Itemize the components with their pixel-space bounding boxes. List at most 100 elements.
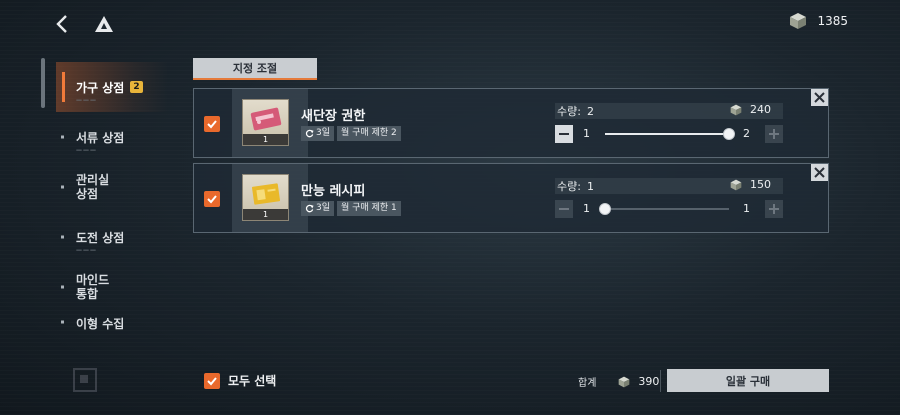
sidebar-item-label: 도전 상점 bbox=[76, 230, 125, 245]
divider bbox=[660, 370, 661, 392]
bullet-icon bbox=[61, 185, 64, 189]
bulk-purchase-label: 일괄 구매 bbox=[725, 374, 771, 388]
cart-item-card: 1 새단장 권한 3일 월 구매 제한 2 수량: 2 240 1 2 bbox=[193, 88, 829, 158]
notification-badge: 2 bbox=[130, 81, 143, 93]
item-checkbox[interactable] bbox=[204, 116, 220, 132]
remove-item-button[interactable] bbox=[811, 164, 828, 181]
chevron-left-icon bbox=[56, 15, 67, 33]
slider-min: 1 bbox=[583, 202, 590, 215]
increase-button[interactable] bbox=[765, 200, 783, 218]
quantity-value: 1 bbox=[586, 179, 594, 193]
quantity-label: 수량: bbox=[557, 105, 581, 118]
quantity-row: 수량: 2 240 bbox=[555, 103, 783, 119]
quantity-row: 수량: 1 150 bbox=[555, 178, 783, 194]
decrease-button[interactable] bbox=[555, 200, 573, 218]
close-icon bbox=[814, 92, 825, 103]
sidebar-item-label: 가구 상점 bbox=[76, 80, 125, 95]
quantity-label: 수량: bbox=[557, 180, 581, 193]
select-all-toggle[interactable]: 모두 선택 bbox=[204, 372, 276, 389]
slider-max: 1 bbox=[743, 202, 750, 215]
ticket-icon bbox=[250, 107, 282, 131]
select-all-checkbox[interactable] bbox=[204, 372, 220, 389]
cube-icon bbox=[730, 179, 742, 191]
quantity-stepper: 1 1 bbox=[555, 200, 783, 218]
bulk-purchase-button[interactable]: 일괄 구매 bbox=[667, 369, 829, 392]
purchase-limit-tag: 월 구매 제한 2 bbox=[337, 126, 401, 141]
plus-icon-vertical bbox=[773, 129, 775, 139]
sidebar-subtitle-decoration: ——— bbox=[76, 147, 97, 154]
bullet-icon bbox=[61, 235, 64, 239]
item-price: 240 bbox=[730, 103, 771, 116]
remove-item-button[interactable] bbox=[811, 89, 828, 106]
close-icon bbox=[814, 167, 825, 178]
sidebar-item-anomaly-collection[interactable]: 이형 수집 bbox=[56, 312, 168, 332]
item-price: 150 bbox=[730, 178, 771, 191]
sidebar-item-mind-integration[interactable]: 마인드 통합 bbox=[56, 262, 168, 312]
bullet-icon bbox=[61, 135, 64, 139]
select-all-label: 모두 선택 bbox=[228, 374, 277, 388]
currency-display: 1385 bbox=[789, 12, 848, 30]
quantity-slider[interactable] bbox=[605, 128, 735, 140]
slider-max: 2 bbox=[743, 127, 750, 140]
brand-watermark-icon bbox=[70, 365, 100, 395]
minus-icon bbox=[559, 133, 569, 135]
back-button[interactable] bbox=[52, 12, 74, 36]
item-name: 만능 레시피 bbox=[301, 184, 366, 199]
decrease-button[interactable] bbox=[555, 125, 573, 143]
checkmark-icon bbox=[207, 376, 217, 385]
tab-label: 지정 조절 bbox=[232, 62, 278, 75]
sidebar-scrollbar[interactable] bbox=[41, 58, 45, 108]
price-amount: 150 bbox=[750, 178, 771, 191]
currency-amount: 1385 bbox=[817, 14, 848, 28]
item-thumbnail[interactable]: 1 bbox=[242, 99, 289, 146]
recipe-card-icon bbox=[252, 183, 280, 205]
plus-icon-vertical bbox=[773, 204, 775, 214]
sidebar-item-management-shop[interactable]: 관리실 상점 bbox=[56, 162, 168, 212]
refresh-tag: 3일 bbox=[301, 201, 335, 216]
cube-icon bbox=[730, 104, 742, 116]
bullet-icon bbox=[61, 320, 64, 324]
total-summary: 합계 390 bbox=[578, 374, 659, 389]
total-label: 합계 bbox=[578, 378, 597, 389]
item-tags: 3일 월 구매 제한 1 bbox=[301, 201, 401, 216]
quantity-value: 2 bbox=[586, 104, 594, 118]
item-name: 새단장 권한 bbox=[301, 109, 366, 124]
cube-icon bbox=[618, 376, 630, 388]
sidebar-item-challenge-shop[interactable]: 도전 상점 ——— bbox=[56, 212, 168, 262]
sidebar-subtitle-decoration: ——— bbox=[76, 97, 97, 104]
tab-custom-adjust[interactable]: 지정 조절 bbox=[193, 58, 317, 80]
quantity-stepper: 1 2 bbox=[555, 125, 783, 143]
sidebar-subtitle-decoration: ——— bbox=[76, 247, 97, 254]
sidebar-item-label: 마인드 통합 bbox=[76, 273, 110, 301]
checkmark-icon bbox=[207, 195, 217, 204]
sidebar-item-label: 관리실 상점 bbox=[76, 173, 110, 201]
refresh-icon bbox=[305, 129, 314, 138]
cart-item-card: 1 만능 레시피 3일 월 구매 제한 1 수량: 1 150 1 1 bbox=[193, 163, 829, 233]
quantity-slider[interactable] bbox=[599, 203, 729, 215]
thumbnail-quantity: 1 bbox=[243, 209, 288, 220]
slider-min: 1 bbox=[583, 127, 590, 140]
cube-icon bbox=[789, 12, 807, 30]
bullet-icon bbox=[61, 285, 64, 289]
item-checkbox[interactable] bbox=[204, 191, 220, 207]
sidebar-item-label: 서류 상점 bbox=[76, 130, 125, 145]
total-amount: 390 bbox=[638, 375, 660, 388]
refresh-tag: 3일 bbox=[301, 126, 335, 141]
sidebar-item-label: 이형 수집 bbox=[76, 317, 125, 331]
refresh-icon bbox=[305, 204, 314, 213]
checkmark-icon bbox=[207, 120, 217, 129]
thumbnail-quantity: 1 bbox=[243, 134, 288, 145]
triangle-logo-icon bbox=[94, 14, 114, 34]
item-tags: 3일 월 구매 제한 2 bbox=[301, 126, 401, 141]
slider-fill bbox=[605, 133, 729, 135]
minus-icon bbox=[559, 208, 569, 210]
item-thumbnail[interactable]: 1 bbox=[242, 174, 289, 221]
shop-sidebar: 가구 상점 2 ——— 서류 상점 ——— 관리실 상점 도전 상점 ——— 마… bbox=[56, 62, 168, 332]
increase-button[interactable] bbox=[765, 125, 783, 143]
purchase-limit-tag: 월 구매 제한 1 bbox=[337, 201, 401, 216]
slider-knob[interactable] bbox=[599, 203, 611, 215]
refresh-period: 3일 bbox=[316, 203, 331, 213]
slider-knob[interactable] bbox=[723, 128, 735, 140]
sidebar-item-furniture-shop[interactable]: 가구 상점 2 ——— bbox=[56, 62, 168, 112]
sidebar-item-document-shop[interactable]: 서류 상점 ——— bbox=[56, 112, 168, 162]
